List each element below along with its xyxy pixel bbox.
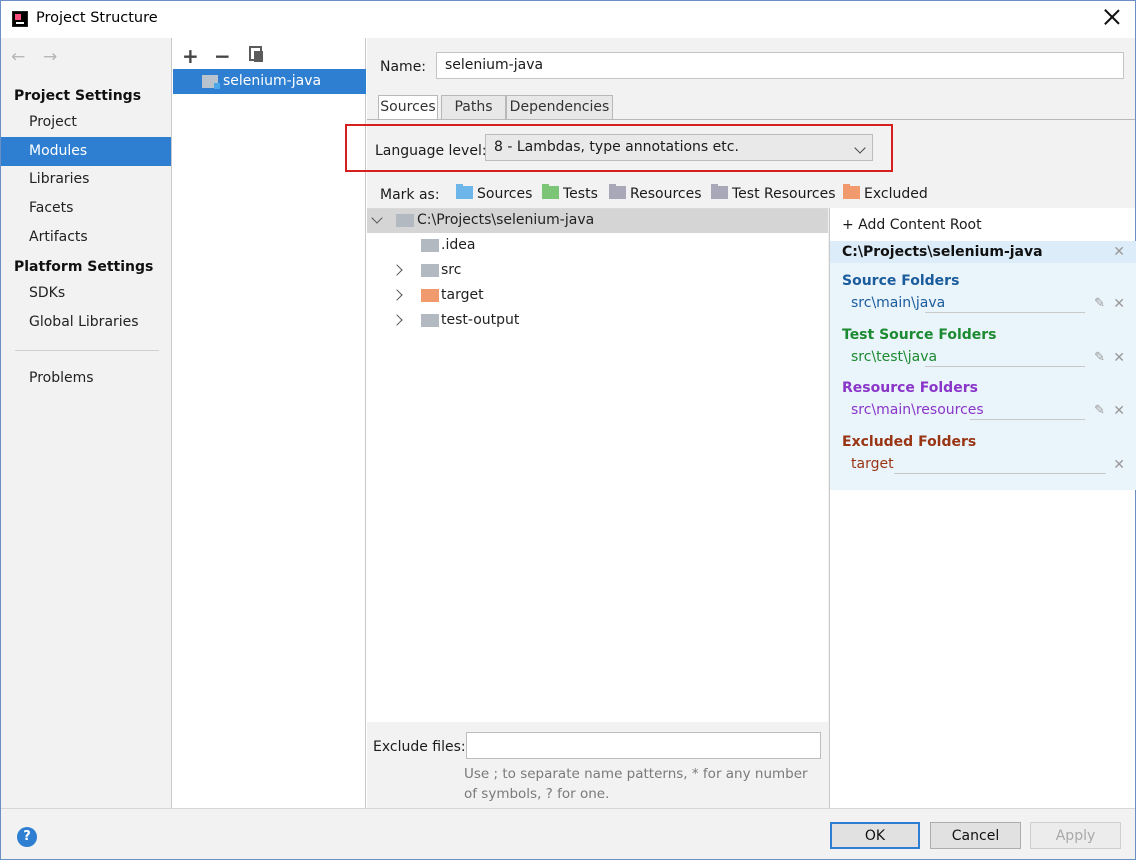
remove-content-root-icon[interactable]: ✕ xyxy=(1113,244,1125,260)
sidebar-divider xyxy=(15,350,159,351)
sidebar-item-artifacts[interactable]: Artifacts xyxy=(1,223,171,252)
window-title: Project Structure xyxy=(36,10,158,26)
exclude-files-help: Use ; to separate name patterns, * for a… xyxy=(464,766,808,802)
module-item-selenium-java[interactable]: selenium-java xyxy=(173,69,366,94)
remove-module-button[interactable]: − xyxy=(214,44,231,68)
cancel-button[interactable]: Cancel xyxy=(930,822,1021,849)
copy-icon[interactable] xyxy=(249,46,263,62)
resource-folder-path: src\main\resources xyxy=(851,402,984,418)
close-icon[interactable] xyxy=(1103,8,1121,26)
source-folders-heading: Source Folders xyxy=(842,273,960,289)
tree-item-src[interactable]: src xyxy=(441,262,461,278)
chevron-down-icon xyxy=(854,142,866,154)
settings-sidebar: ← → Project Settings Project Modules Lib… xyxy=(1,38,172,808)
ok-button[interactable]: OK xyxy=(830,822,920,849)
mark-as-tests-button[interactable]: Tests xyxy=(542,184,598,202)
source-folder-path: src\main\java xyxy=(851,295,946,311)
sidebar-item-sdks[interactable]: SDKs xyxy=(1,279,171,308)
project-settings-heading: Project Settings xyxy=(14,88,142,104)
tests-folder-icon xyxy=(542,184,559,199)
module-settings-panel: Name: selenium-java Sources Paths Depend… xyxy=(345,38,1136,808)
content-root-path: C:\Projects\selenium-java xyxy=(842,244,1043,260)
tree-root-row[interactable]: C:\Projects\selenium-java xyxy=(367,209,828,233)
tree-item-target[interactable]: target xyxy=(441,287,484,303)
mark-as-sources-button[interactable]: Sources xyxy=(456,184,532,202)
tree-item-test-output[interactable]: test-output xyxy=(441,312,519,328)
sidebar-item-libraries[interactable]: Libraries xyxy=(1,165,171,194)
project-structure-dialog: Project Structure ← → Project Settings P… xyxy=(0,0,1136,860)
module-item-label: selenium-java xyxy=(223,73,322,89)
tab-sources[interactable]: Sources xyxy=(378,95,438,120)
resource-folders-heading: Resource Folders xyxy=(842,380,978,396)
forward-arrow-icon[interactable]: → xyxy=(43,47,57,67)
module-name-input[interactable]: selenium-java xyxy=(436,52,1124,79)
resource-folder-underline xyxy=(970,419,1085,420)
help-icon[interactable]: ? xyxy=(17,827,37,847)
language-level-label: Language level: xyxy=(375,143,487,159)
title-bar: Project Structure xyxy=(1,1,1135,38)
sidebar-item-problems[interactable]: Problems xyxy=(1,364,171,393)
remove-folder-icon[interactable]: ✕ xyxy=(1113,403,1125,419)
tab-dependencies[interactable]: Dependencies xyxy=(506,95,613,120)
tree-root-label: C:\Projects\selenium-java xyxy=(417,212,595,228)
content-root-panel: + Add Content Root C:\Projects\selenium-… xyxy=(829,208,1136,808)
exclude-files-input[interactable] xyxy=(466,732,821,759)
language-level-value: 8 - Lambdas, type annotations etc. xyxy=(494,139,739,155)
excluded-folder-icon xyxy=(421,289,439,302)
mark-as-excluded-button[interactable]: Excluded xyxy=(843,184,928,202)
chevron-right-icon[interactable] xyxy=(391,314,403,326)
test-source-folder-underline xyxy=(925,366,1085,367)
back-arrow-icon[interactable]: ← xyxy=(11,47,25,67)
language-level-select[interactable]: 8 - Lambdas, type annotations etc. xyxy=(485,134,873,161)
sidebar-item-global-libraries[interactable]: Global Libraries xyxy=(1,308,171,337)
module-folder-icon xyxy=(202,75,220,89)
remove-folder-icon[interactable]: ✕ xyxy=(1113,350,1125,366)
test-source-folder-path: src\test\java xyxy=(851,349,938,365)
sidebar-item-project[interactable]: Project xyxy=(1,108,171,137)
sources-folder-icon xyxy=(456,184,473,199)
tree-item-idea[interactable]: .idea xyxy=(441,237,475,253)
dialog-footer: ? OK Cancel Apply xyxy=(1,808,1135,859)
name-label: Name: xyxy=(380,59,427,75)
mark-as-resources-button[interactable]: Resources xyxy=(609,184,702,202)
folder-icon xyxy=(421,264,439,277)
add-module-button[interactable]: + xyxy=(182,44,199,68)
sources-tab-content: Language level: 8 - Lambdas, type annota… xyxy=(345,120,1136,808)
tab-paths[interactable]: Paths xyxy=(441,95,506,120)
intellij-app-icon xyxy=(12,11,28,27)
folder-icon xyxy=(421,314,439,327)
mark-as-test-resources-button[interactable]: Test Resources xyxy=(711,184,836,202)
sidebar-item-facets[interactable]: Facets xyxy=(1,194,171,223)
remove-folder-icon[interactable]: ✕ xyxy=(1113,457,1125,473)
test-resources-folder-icon xyxy=(711,184,728,199)
exclude-files-section: Exclude files: Use ; to separate name pa… xyxy=(367,722,828,808)
mark-as-label: Mark as: xyxy=(380,187,440,203)
test-source-folders-heading: Test Source Folders xyxy=(842,327,997,343)
edit-pencil-icon[interactable]: ✎ xyxy=(1094,403,1105,418)
remove-folder-icon[interactable]: ✕ xyxy=(1113,296,1125,312)
sidebar-item-modules[interactable]: Modules xyxy=(1,137,171,166)
excluded-folders-heading: Excluded Folders xyxy=(842,434,977,450)
edit-pencil-icon[interactable]: ✎ xyxy=(1094,296,1105,311)
excluded-folder-icon xyxy=(843,184,860,199)
content-root-tree: C:\Projects\selenium-java .idea src targ… xyxy=(367,208,828,722)
chevron-right-icon[interactable] xyxy=(391,264,403,276)
folder-icon xyxy=(421,239,439,252)
edit-pencil-icon[interactable]: ✎ xyxy=(1094,350,1105,365)
add-content-root-button[interactable]: + Add Content Root xyxy=(842,217,982,233)
platform-settings-heading: Platform Settings xyxy=(14,259,154,275)
module-list-panel: + − selenium-java xyxy=(173,38,366,808)
folder-icon xyxy=(396,214,414,227)
exclude-files-label: Exclude files: xyxy=(373,739,466,755)
source-folder-underline xyxy=(925,312,1085,313)
excluded-folder-underline xyxy=(894,473,1106,474)
apply-button[interactable]: Apply xyxy=(1030,822,1121,849)
chevron-right-icon[interactable] xyxy=(391,289,403,301)
resources-folder-icon xyxy=(609,184,626,199)
chevron-down-icon[interactable] xyxy=(371,212,383,224)
excluded-folder-path: target xyxy=(851,456,894,472)
